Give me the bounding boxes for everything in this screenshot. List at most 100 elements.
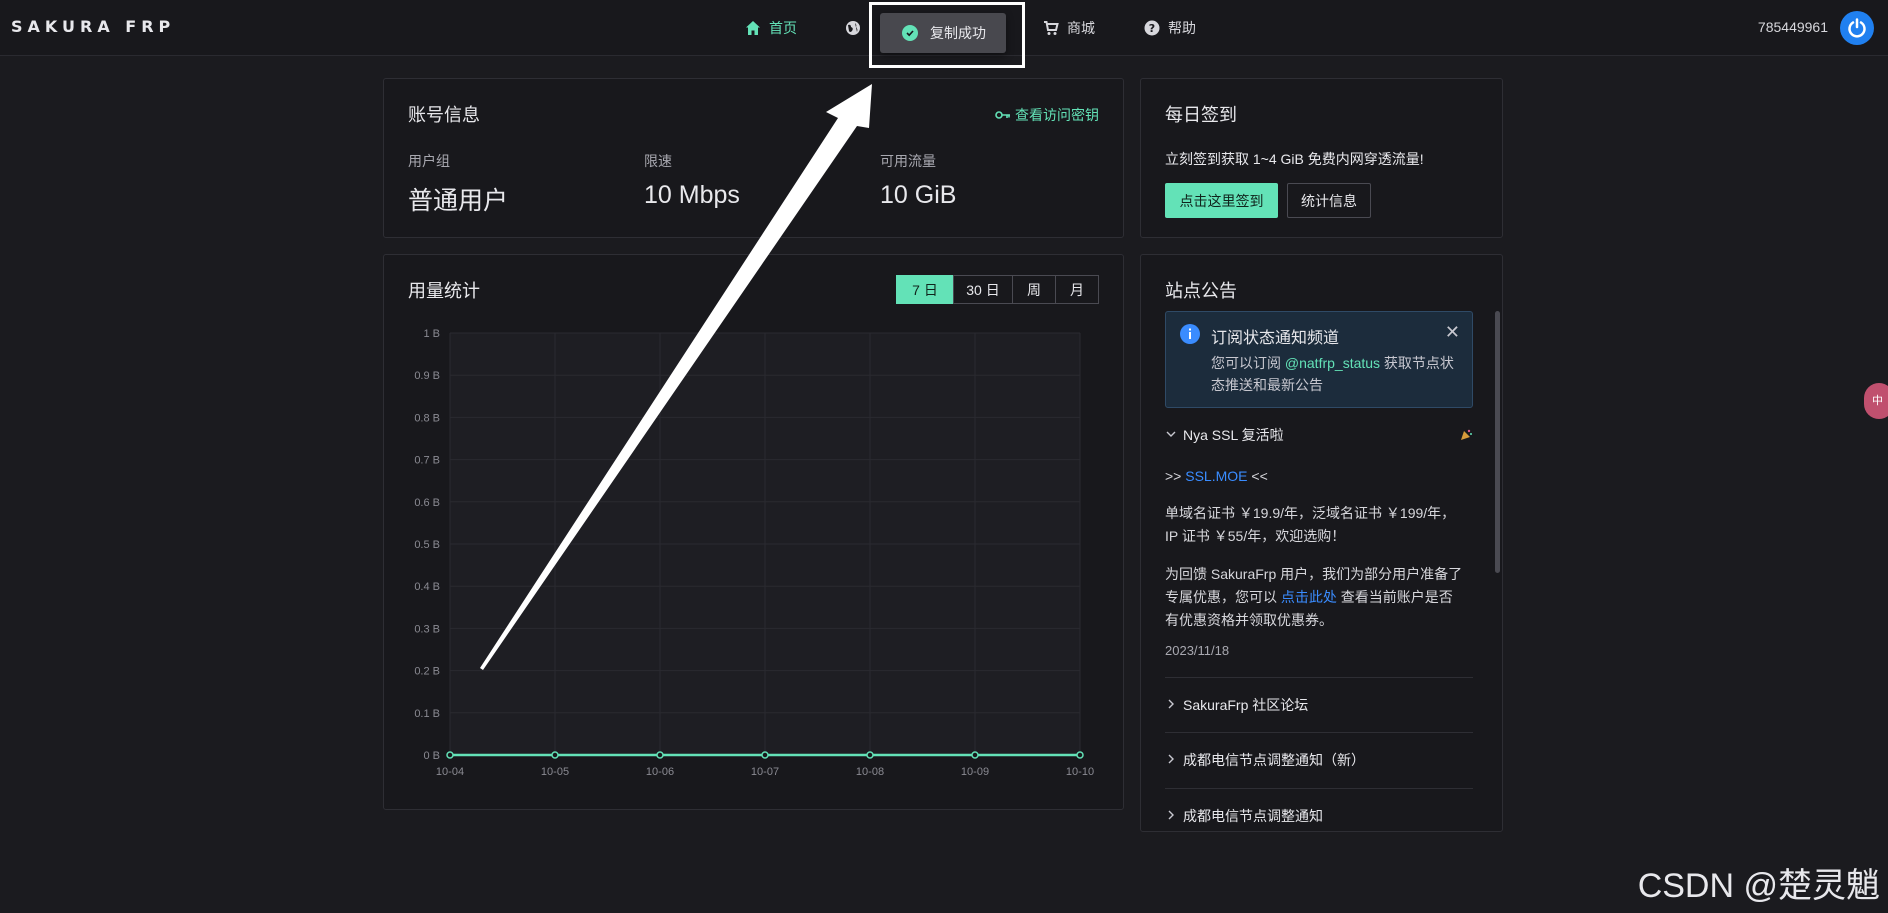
svg-text:?: ? xyxy=(1149,22,1155,35)
announcements-card: 站点公告 订阅状态通知频道 ✕ 您可以订阅 @natfrp_status 获取节… xyxy=(1140,254,1503,832)
divider xyxy=(1165,788,1473,789)
y-tick-label: 0.2 B xyxy=(414,666,440,678)
y-tick-label: 0.3 B xyxy=(414,623,440,635)
usage-stats-card: 用量统计 7 日 30 日 周 月 0 B 0.1 B 0.2 B 0.3 B 0.4 … xyxy=(383,254,1124,810)
stat-value: 10 GiB xyxy=(880,181,957,209)
chevron-right-icon xyxy=(1165,809,1183,824)
toast-message: 复制成功 xyxy=(880,13,1006,53)
x-tick-label: 10-08 xyxy=(856,766,884,778)
party-icon xyxy=(1461,429,1472,440)
statistics-button[interactable]: 统计信息 xyxy=(1287,183,1371,218)
nav-globe[interactable] xyxy=(845,16,869,40)
home-icon xyxy=(746,21,760,35)
divider xyxy=(1165,732,1473,733)
announcement-line-link: >> SSL.MOE << xyxy=(1165,465,1465,488)
y-tick-label: 1 B xyxy=(423,328,440,340)
announcement-title: Nya SSL 复活啦 xyxy=(1183,427,1284,443)
y-tick-label: 0.6 B xyxy=(414,497,440,509)
nav-home-label: 首页 xyxy=(769,20,797,36)
app-logo[interactable]: SAKURA FRP xyxy=(11,17,175,36)
ssl-moe-link[interactable]: SSL.MOE xyxy=(1185,468,1247,484)
user-id[interactable]: 785449961 xyxy=(1758,19,1828,35)
check-circle-icon xyxy=(902,25,918,41)
cart-icon xyxy=(1044,21,1059,35)
chevron-right-icon xyxy=(1165,698,1183,713)
nav-help[interactable]: ? 帮助 xyxy=(1144,16,1196,40)
stat-label: 用户组 xyxy=(408,153,450,169)
y-tick-label: 0 B xyxy=(423,750,440,762)
data-point xyxy=(971,751,979,759)
subscription-notice: 订阅状态通知频道 ✕ 您可以订阅 @natfrp_status 获取节点状态推送… xyxy=(1165,311,1473,408)
nav-help-label: 帮助 xyxy=(1168,20,1196,36)
data-point xyxy=(656,751,664,759)
close-icon[interactable]: ✕ xyxy=(1445,322,1460,343)
status-channel-link[interactable]: @natfrp_status xyxy=(1285,355,1380,371)
watermark: CSDN @楚灵魈 xyxy=(1637,867,1880,905)
account-card-title: 账号信息 xyxy=(408,105,480,125)
announcement-item[interactable]: 成都电信节点调整通知（新） xyxy=(1165,750,1473,770)
announcement-expanded-header[interactable]: Nya SSL 复活啦 xyxy=(1165,425,1473,445)
y-tick-label: 0.7 B xyxy=(414,455,440,467)
view-access-key-label: 查看访问密钥 xyxy=(1015,107,1099,123)
stat-value: 普通用户 xyxy=(408,187,509,215)
checkin-button[interactable]: 点击这里签到 xyxy=(1165,183,1278,218)
view-access-key-link[interactable]: 查看访问密钥 xyxy=(995,105,1099,125)
info-icon xyxy=(1180,324,1200,344)
usage-chart: 0 B 0.1 B 0.2 B 0.3 B 0.4 B 0.5 B 0.6 B 0.7 B 0.… xyxy=(414,328,1094,778)
notice-title: 订阅状态通知频道 xyxy=(1211,330,1340,347)
stat-value: 10 Mbps xyxy=(644,181,740,209)
announcement-item-title: 成都电信节点调整通知 xyxy=(1183,808,1323,824)
ann-text: >> xyxy=(1165,468,1186,484)
key-icon xyxy=(995,111,1010,119)
announcement-item-title: 成都电信节点调整通知（新） xyxy=(1183,752,1365,768)
chevron-right-icon xyxy=(1165,753,1183,768)
nav-shop[interactable]: 商城 xyxy=(1043,16,1095,40)
stat-user-group: 用户组 普通用户 xyxy=(408,151,508,217)
x-tick-label: 10-09 xyxy=(961,766,989,778)
nav-home[interactable]: 首页 xyxy=(745,16,797,40)
data-point xyxy=(866,751,874,759)
data-point xyxy=(1076,751,1084,759)
announcement-item[interactable]: SakuraFrp 社区论坛 xyxy=(1165,695,1473,715)
announcement-item-title: SakuraFrp 社区论坛 xyxy=(1183,697,1309,713)
x-tick-label: 10-10 xyxy=(1066,766,1094,778)
y-tick-label: 0.8 B xyxy=(414,412,440,424)
stat-speed-limit: 限速 10 Mbps xyxy=(644,151,740,210)
announcement-pricing: 单域名证书 ￥19.9/年，泛域名证书 ￥199/年，IP 证书 ￥55/年，欢… xyxy=(1165,505,1456,544)
announcement-offer: 为回馈 SakuraFrp 用户，我们为部分用户准备了专属优惠，您可以 点击此处… xyxy=(1165,563,1465,632)
stat-label: 可用流量 xyxy=(880,153,936,169)
data-point xyxy=(761,751,769,759)
x-tick-label: 10-04 xyxy=(436,766,464,778)
account-info-card: 账号信息 查看访问密钥 用户组 普通用户 限速 10 Mbps 可用流量 10 … xyxy=(383,78,1124,238)
toast-text: 复制成功 xyxy=(930,25,986,41)
announcement-item[interactable]: 成都电信节点调整通知 xyxy=(1165,806,1473,826)
notice-text: 您可以订阅 xyxy=(1211,355,1285,371)
notice-body: 您可以订阅 @natfrp_status 获取节点状态推送和最新公告 xyxy=(1211,352,1463,396)
divider xyxy=(1165,677,1473,678)
y-tick-label: 0.5 B xyxy=(414,539,440,551)
logout-button[interactable] xyxy=(1840,11,1874,45)
checkin-description: 立刻签到获取 1~4 GiB 免费内网穿透流量! xyxy=(1165,151,1424,167)
side-floating-tab[interactable]: 中 xyxy=(1864,383,1888,419)
help-icon: ? xyxy=(1144,20,1160,36)
globe-icon xyxy=(846,21,860,35)
x-tick-label: 10-06 xyxy=(646,766,674,778)
ann-text: << xyxy=(1247,468,1268,484)
y-tick-label: 0.9 B xyxy=(414,370,440,382)
daily-checkin-card: 每日签到 立刻签到获取 1~4 GiB 免费内网穿透流量! 点击这里签到 统计信… xyxy=(1140,78,1503,238)
checkin-card-title: 每日签到 xyxy=(1165,105,1237,125)
click-here-link[interactable]: 点击此处 xyxy=(1281,589,1337,605)
x-tick-label: 10-05 xyxy=(541,766,569,778)
data-point xyxy=(446,751,454,759)
x-tick-label: 10-07 xyxy=(751,766,779,778)
y-tick-label: 0.4 B xyxy=(414,581,440,593)
stat-traffic: 可用流量 10 GiB xyxy=(880,151,956,210)
announcements-title: 站点公告 xyxy=(1165,281,1237,301)
chevron-down-icon xyxy=(1165,428,1183,443)
announcement-date: 2023/11/18 xyxy=(1165,643,1230,658)
stat-label: 限速 xyxy=(644,153,672,169)
power-icon xyxy=(1848,18,1866,38)
scrollbar[interactable] xyxy=(1495,311,1500,573)
data-point xyxy=(551,751,559,759)
nav-shop-label: 商城 xyxy=(1067,20,1095,36)
